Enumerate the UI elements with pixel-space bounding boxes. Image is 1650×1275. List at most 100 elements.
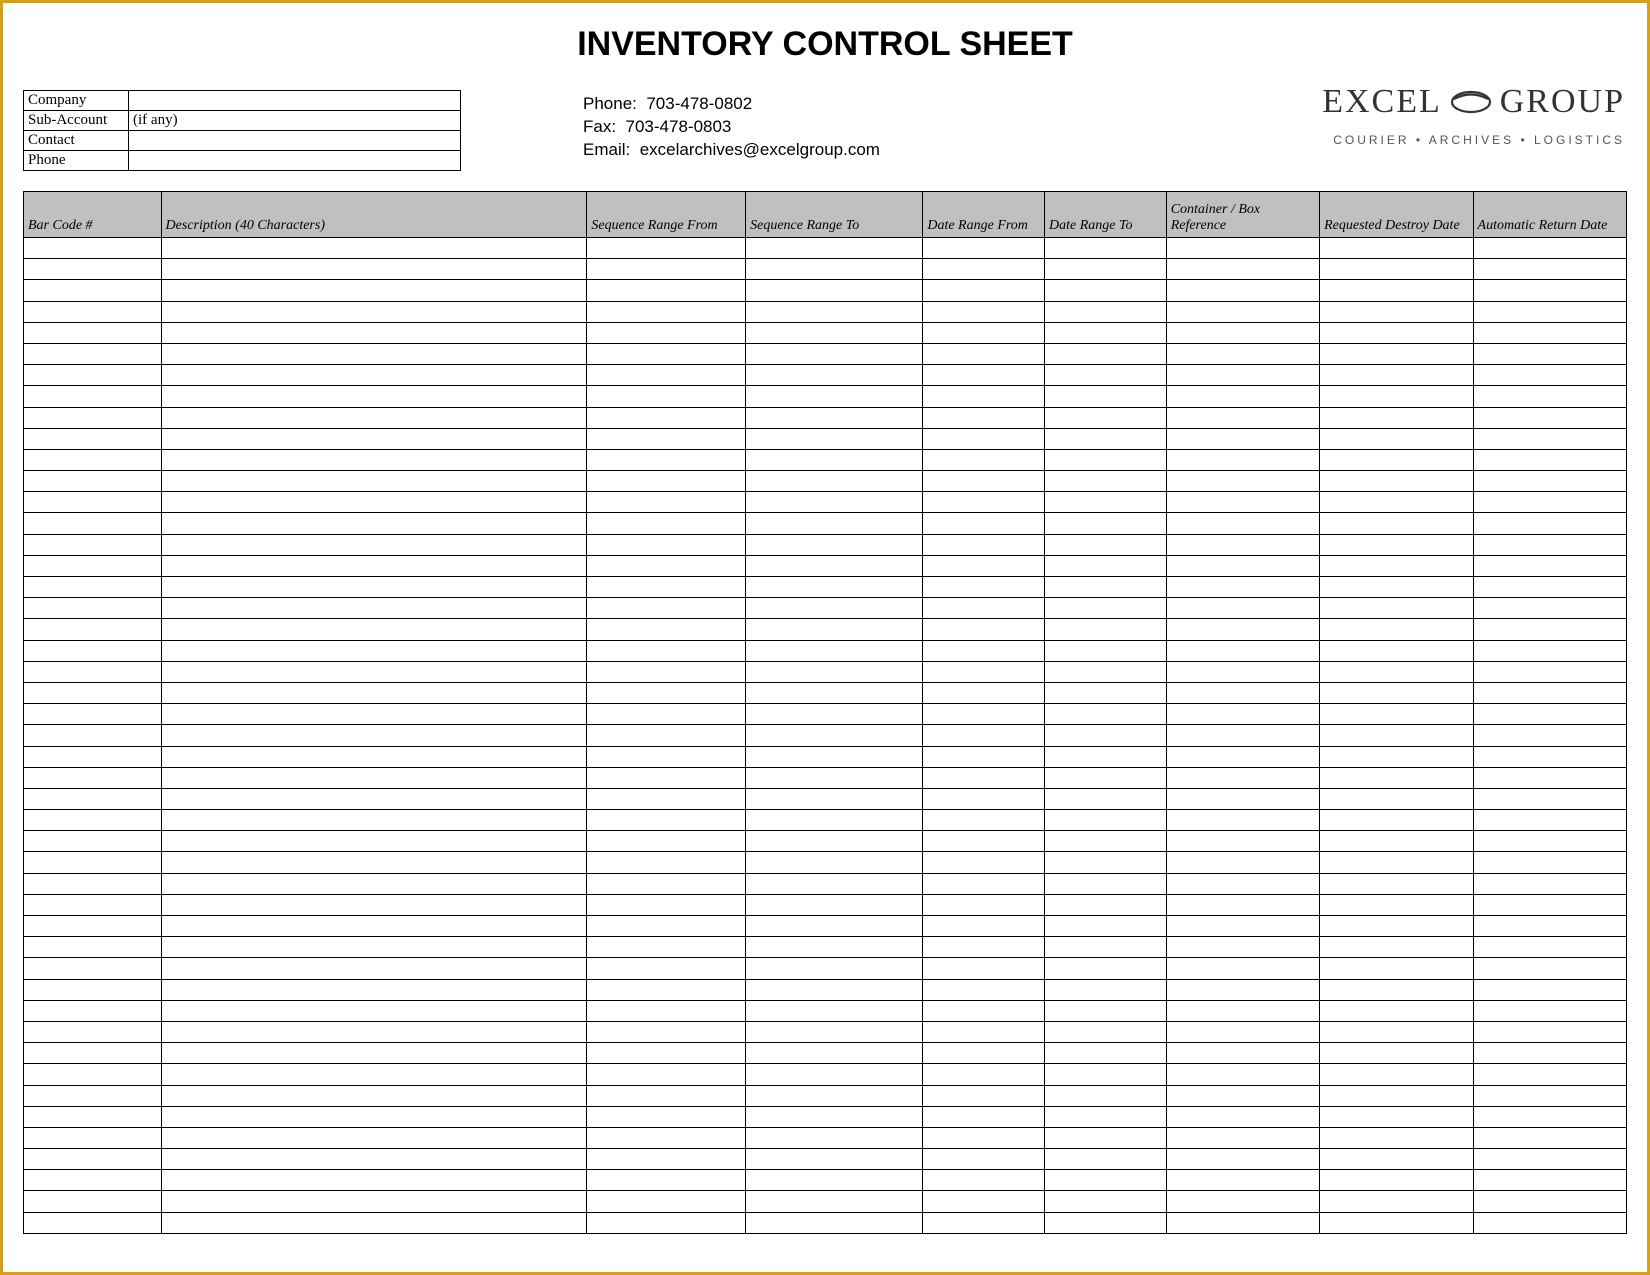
table-cell[interactable] <box>923 640 1045 661</box>
table-cell[interactable] <box>24 1191 162 1212</box>
table-cell[interactable] <box>1166 831 1319 852</box>
table-cell[interactable] <box>587 577 746 598</box>
table-cell[interactable] <box>746 746 923 767</box>
meta-value-contact[interactable] <box>129 131 461 151</box>
table-cell[interactable] <box>1473 746 1626 767</box>
table-cell[interactable] <box>587 661 746 682</box>
table-cell[interactable] <box>746 365 923 386</box>
table-cell[interactable] <box>587 407 746 428</box>
table-cell[interactable] <box>1320 937 1473 958</box>
table-cell[interactable] <box>923 916 1045 937</box>
table-cell[interactable] <box>746 238 923 259</box>
table-cell[interactable] <box>1320 598 1473 619</box>
table-cell[interactable] <box>1473 682 1626 703</box>
table-cell[interactable] <box>24 894 162 915</box>
table-cell[interactable] <box>1166 407 1319 428</box>
table-cell[interactable] <box>161 1106 587 1127</box>
table-cell[interactable] <box>161 238 587 259</box>
table-cell[interactable] <box>161 619 587 640</box>
table-cell[interactable] <box>746 407 923 428</box>
table-cell[interactable] <box>1320 555 1473 576</box>
table-cell[interactable] <box>161 852 587 873</box>
table-cell[interactable] <box>923 407 1045 428</box>
table-cell[interactable] <box>746 1149 923 1170</box>
table-cell[interactable] <box>1473 979 1626 1000</box>
table-cell[interactable] <box>1473 280 1626 301</box>
table-cell[interactable] <box>587 471 746 492</box>
table-cell[interactable] <box>746 577 923 598</box>
meta-value-phone[interactable] <box>129 151 461 171</box>
table-cell[interactable] <box>1166 365 1319 386</box>
table-cell[interactable] <box>1320 619 1473 640</box>
table-cell[interactable] <box>161 471 587 492</box>
table-cell[interactable] <box>1045 259 1167 280</box>
table-cell[interactable] <box>923 301 1045 322</box>
table-cell[interactable] <box>746 492 923 513</box>
table-cell[interactable] <box>1045 322 1167 343</box>
table-cell[interactable] <box>1320 513 1473 534</box>
meta-value-company[interactable] <box>129 91 461 111</box>
table-cell[interactable] <box>1473 767 1626 788</box>
table-cell[interactable] <box>1320 1043 1473 1064</box>
table-cell[interactable] <box>1473 788 1626 809</box>
table-cell[interactable] <box>587 767 746 788</box>
table-cell[interactable] <box>24 471 162 492</box>
table-cell[interactable] <box>24 1149 162 1170</box>
table-cell[interactable] <box>1045 492 1167 513</box>
table-cell[interactable] <box>587 682 746 703</box>
table-cell[interactable] <box>161 704 587 725</box>
table-cell[interactable] <box>1166 704 1319 725</box>
table-cell[interactable] <box>24 577 162 598</box>
table-cell[interactable] <box>1166 619 1319 640</box>
table-cell[interactable] <box>161 386 587 407</box>
table-cell[interactable] <box>24 661 162 682</box>
table-cell[interactable] <box>1166 810 1319 831</box>
table-cell[interactable] <box>1045 640 1167 661</box>
table-cell[interactable] <box>746 1127 923 1148</box>
table-cell[interactable] <box>1166 640 1319 661</box>
table-cell[interactable] <box>24 1021 162 1042</box>
table-cell[interactable] <box>587 598 746 619</box>
table-cell[interactable] <box>1320 810 1473 831</box>
table-cell[interactable] <box>24 343 162 364</box>
table-cell[interactable] <box>1166 767 1319 788</box>
table-cell[interactable] <box>1320 894 1473 915</box>
table-cell[interactable] <box>587 301 746 322</box>
table-cell[interactable] <box>161 725 587 746</box>
table-cell[interactable] <box>24 767 162 788</box>
table-cell[interactable] <box>24 280 162 301</box>
table-cell[interactable] <box>587 894 746 915</box>
table-cell[interactable] <box>587 238 746 259</box>
table-cell[interactable] <box>24 428 162 449</box>
table-cell[interactable] <box>1166 852 1319 873</box>
table-cell[interactable] <box>1320 322 1473 343</box>
table-cell[interactable] <box>1473 831 1626 852</box>
table-cell[interactable] <box>24 386 162 407</box>
table-cell[interactable] <box>923 598 1045 619</box>
table-cell[interactable] <box>746 1170 923 1191</box>
table-cell[interactable] <box>1320 238 1473 259</box>
table-cell[interactable] <box>1166 471 1319 492</box>
table-cell[interactable] <box>1045 1170 1167 1191</box>
table-cell[interactable] <box>161 343 587 364</box>
table-cell[interactable] <box>1166 1000 1319 1021</box>
table-cell[interactable] <box>1320 365 1473 386</box>
table-cell[interactable] <box>24 958 162 979</box>
table-cell[interactable] <box>746 916 923 937</box>
table-cell[interactable] <box>923 1106 1045 1127</box>
table-cell[interactable] <box>161 449 587 470</box>
table-cell[interactable] <box>1320 979 1473 1000</box>
table-cell[interactable] <box>161 577 587 598</box>
table-cell[interactable] <box>161 492 587 513</box>
table-cell[interactable] <box>1166 301 1319 322</box>
table-cell[interactable] <box>746 894 923 915</box>
table-cell[interactable] <box>587 1106 746 1127</box>
table-cell[interactable] <box>24 725 162 746</box>
table-cell[interactable] <box>1473 1191 1626 1212</box>
table-cell[interactable] <box>24 831 162 852</box>
table-cell[interactable] <box>1320 534 1473 555</box>
table-cell[interactable] <box>1166 894 1319 915</box>
table-cell[interactable] <box>587 1043 746 1064</box>
table-cell[interactable] <box>24 852 162 873</box>
table-cell[interactable] <box>1473 534 1626 555</box>
